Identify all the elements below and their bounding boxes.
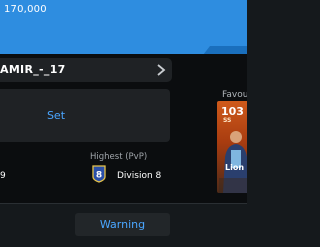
favourite-player-card[interactable]: 103 SS Lion	[217, 101, 247, 193]
favourite-label: Favour	[222, 90, 247, 100]
username-text: AMIR_-_17	[0, 63, 66, 76]
highest-rank-label: Highest (PvP)	[90, 152, 148, 162]
warning-label: Warning	[99, 218, 146, 231]
set-label: Set	[46, 109, 66, 122]
set-button[interactable]: Set	[0, 89, 170, 142]
division-badge-icon: 8	[92, 165, 106, 183]
profile-screen: 170,000 AMIR_-_17 Set 9 Highest (PvP) 8 …	[0, 0, 247, 247]
footer-divider	[0, 203, 247, 204]
division-label: Division 8	[117, 171, 162, 181]
card-position: SS	[223, 117, 232, 124]
division-badge-number: 8	[96, 171, 102, 181]
card-player-name: Lion	[225, 163, 245, 172]
chevron-right-icon	[157, 64, 166, 76]
stat-value: 9	[0, 171, 6, 181]
warning-button[interactable]: Warning	[75, 213, 170, 236]
coin-balance: 170,000	[4, 4, 47, 15]
username-bar[interactable]: AMIR_-_17	[0, 58, 172, 82]
player-figure-image	[219, 131, 247, 193]
